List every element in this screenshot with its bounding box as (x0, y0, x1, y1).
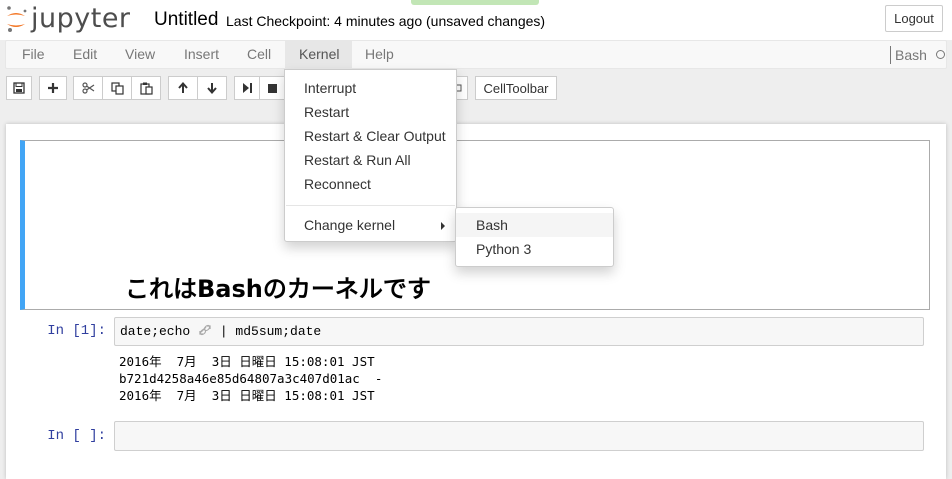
save-button[interactable] (6, 76, 32, 100)
header: jupyter Untitled Last Checkpoint: 4 minu… (0, 0, 952, 40)
kernel-idle-circle-icon (935, 50, 945, 59)
code-text-part-1: date;echo (120, 324, 199, 339)
move-down-button[interactable] (197, 76, 227, 100)
kernel-option-python3[interactable]: Python 3 (456, 237, 613, 261)
run-cell-button[interactable] (234, 76, 260, 100)
arrow-up-icon (178, 82, 188, 93)
cut-button[interactable] (73, 76, 103, 100)
menubar: File Edit View Insert Cell Kernel Help B… (5, 40, 947, 69)
kernel-indicator: Bash (890, 41, 945, 68)
input-prompt-2: In [ ]: (47, 428, 106, 444)
kernel-option-bash[interactable]: Bash (456, 213, 613, 237)
menu-item-restart-clear-output[interactable]: Restart & Clear Output (285, 124, 456, 148)
menu-cell[interactable]: Cell (233, 41, 285, 68)
link-icon (198, 324, 212, 339)
notebook-title[interactable]: Untitled (154, 9, 218, 31)
menu-help[interactable]: Help (351, 41, 408, 68)
menu-view[interactable]: View (111, 41, 169, 68)
save-icon (13, 82, 25, 94)
caret-right-icon (441, 222, 445, 230)
kernel-separator (890, 45, 891, 64)
menu-item-reconnect[interactable]: Reconnect (285, 172, 456, 196)
code-text-part-2: | md5sum;date (212, 324, 322, 339)
menu-divider (286, 205, 455, 206)
logo-text: jupyter (31, 3, 131, 34)
step-forward-icon (243, 83, 252, 93)
output-line: b721d4258a46e85d64807a3c407d01ac - (119, 371, 383, 386)
interrupt-button[interactable] (259, 76, 285, 100)
insert-cell-button[interactable] (39, 76, 67, 100)
plus-icon (48, 83, 58, 93)
menu-item-restart[interactable]: Restart (285, 100, 456, 124)
menu-item-change-kernel[interactable]: Change kernel (285, 213, 456, 237)
code-cell-input-2[interactable] (114, 421, 924, 451)
markdown-heading: これはBashのカーネルです (125, 275, 431, 303)
checkpoint-status: Last Checkpoint: 4 minutes ago (unsaved … (226, 13, 546, 29)
arrow-down-icon (207, 83, 217, 94)
kernel-name: Bash (895, 46, 927, 63)
output-line: 2016年 7月 3日 日曜日 15:08:01 JST (119, 354, 375, 369)
code-cell-input-1[interactable]: date;echo | md5sum;date (114, 317, 924, 346)
menu-kernel[interactable]: Kernel (285, 41, 352, 68)
menu-file[interactable]: File (8, 41, 59, 68)
output-line: 2016年 7月 3日 日曜日 15:08:01 JST (119, 388, 375, 403)
stop-icon (267, 83, 277, 93)
change-kernel-submenu: Bash Python 3 (455, 207, 614, 267)
jupyter-logo[interactable]: jupyter (4, 5, 131, 33)
paste-button[interactable] (131, 76, 161, 100)
toolbar: CellToolbar (0, 69, 952, 107)
move-up-button[interactable] (168, 76, 198, 100)
jupyter-logo-icon (4, 5, 28, 33)
menu-item-interrupt[interactable]: Interrupt (285, 76, 456, 100)
notebook-container: これはBashのカーネルです In [1]: date;echo | md5su… (6, 124, 946, 479)
code-text: date;echo | md5sum;date (120, 324, 321, 339)
copy-icon (110, 81, 124, 95)
notification-bar (411, 0, 539, 5)
paste-icon (139, 82, 153, 95)
change-kernel-label: Change kernel (304, 217, 396, 233)
celltoolbar-button[interactable]: CellToolbar (475, 76, 557, 100)
menu-edit[interactable]: Edit (59, 41, 111, 68)
cut-icon (81, 82, 94, 94)
menu-item-restart-run-all[interactable]: Restart & Run All (285, 148, 456, 172)
input-prompt-1: In [1]: (47, 323, 106, 339)
kernel-dropdown-menu: Interrupt Restart Restart & Clear Output… (284, 69, 457, 242)
menu-insert[interactable]: Insert (170, 41, 233, 68)
logout-button[interactable]: Logout (885, 5, 943, 32)
copy-button[interactable] (102, 76, 132, 100)
